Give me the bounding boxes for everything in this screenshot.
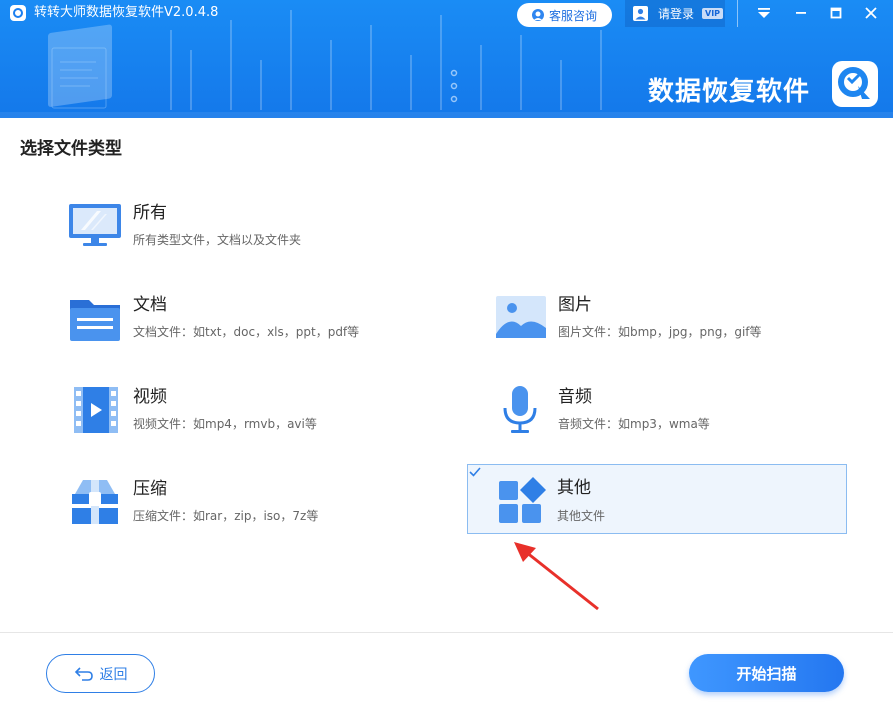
monitor-icon <box>69 204 121 246</box>
page-title: 选择文件类型 <box>20 139 122 159</box>
dropdown-menu-icon <box>758 8 770 18</box>
back-button[interactable]: 返回 <box>46 654 155 693</box>
option-description: 视频文件：如mp4，rmvb，avi等 <box>133 417 317 431</box>
login-button[interactable]: 请登录 VIP <box>625 0 725 27</box>
folder-icon <box>70 300 120 341</box>
footer-divider <box>0 632 893 633</box>
file-type-option-video[interactable]: 视频 视频文件：如mp4，rmvb，avi等 <box>66 381 446 451</box>
start-scan-button[interactable]: 开始扫描 <box>689 654 844 692</box>
close-button[interactable] <box>860 2 882 24</box>
customer-service-button[interactable]: 客服咨询 <box>517 3 612 27</box>
window-title: 转转大师数据恢复软件V2.0.4.8 <box>34 5 219 20</box>
user-avatar-icon <box>633 6 648 21</box>
app-logo-icon <box>10 5 26 21</box>
brand-logo-icon <box>838 67 870 99</box>
archive-icon <box>72 480 118 524</box>
app-header: 转转大师数据恢复软件V2.0.4.8 客服咨询 请登录 VIP 数据恢复软件 <box>0 0 893 118</box>
file-type-option-all[interactable]: 所有 所有类型文件，文档以及文件夹 <box>66 196 446 266</box>
file-type-option-image[interactable]: 图片 图片文件：如bmp，jpg，png，gif等 <box>492 289 872 359</box>
file-type-option-document[interactable]: 文档 文档文件：如txt，doc，xls，ppt，pdf等 <box>66 289 446 359</box>
option-description: 音频文件：如mp3，wma等 <box>558 417 710 431</box>
window-controls-divider <box>737 0 738 27</box>
maximize-button[interactable] <box>825 2 847 24</box>
option-name: 其他 <box>557 478 591 498</box>
option-description: 压缩文件：如rar，zip，iso，7z等 <box>133 509 319 523</box>
close-icon <box>865 7 877 19</box>
file-type-option-audio[interactable]: 音频 音频文件：如mp3，wma等 <box>492 381 872 451</box>
minimize-button[interactable] <box>790 2 812 24</box>
option-description: 其他文件 <box>557 509 606 523</box>
file-type-option-archive[interactable]: 压缩 压缩文件：如rar，zip，iso，7z等 <box>66 473 446 543</box>
vip-badge: VIP <box>702 8 724 19</box>
option-description: 文档文件：如txt，doc，xls，ppt，pdf等 <box>133 325 360 339</box>
menu-dropdown-button[interactable] <box>753 2 775 24</box>
image-icon <box>496 296 546 338</box>
brand-logo <box>832 61 878 107</box>
option-name: 视频 <box>133 387 167 407</box>
return-arrow-icon <box>74 666 93 681</box>
login-label: 请登录 <box>658 7 695 21</box>
headset-icon <box>532 9 544 21</box>
option-name: 音频 <box>558 387 592 407</box>
customer-service-label: 客服咨询 <box>549 8 598 23</box>
check-icon <box>469 467 481 477</box>
maximize-icon <box>830 7 842 19</box>
brand-title: 数据恢复软件 <box>648 77 811 107</box>
video-icon <box>74 387 118 433</box>
option-description: 所有类型文件，文档以及文件夹 <box>133 233 302 247</box>
annotation-arrow-icon <box>514 542 599 611</box>
file-type-option-other[interactable]: 其他 其他文件 <box>467 464 847 534</box>
back-label: 返回 <box>99 666 128 683</box>
microphone-icon <box>503 386 537 433</box>
option-name: 文档 <box>133 295 167 315</box>
option-name: 压缩 <box>133 479 167 499</box>
apps-icon <box>499 477 546 523</box>
minimize-icon <box>796 12 806 14</box>
option-name: 图片 <box>558 295 592 315</box>
option-name: 所有 <box>133 203 167 223</box>
option-description: 图片文件：如bmp，jpg，png，gif等 <box>558 325 762 339</box>
